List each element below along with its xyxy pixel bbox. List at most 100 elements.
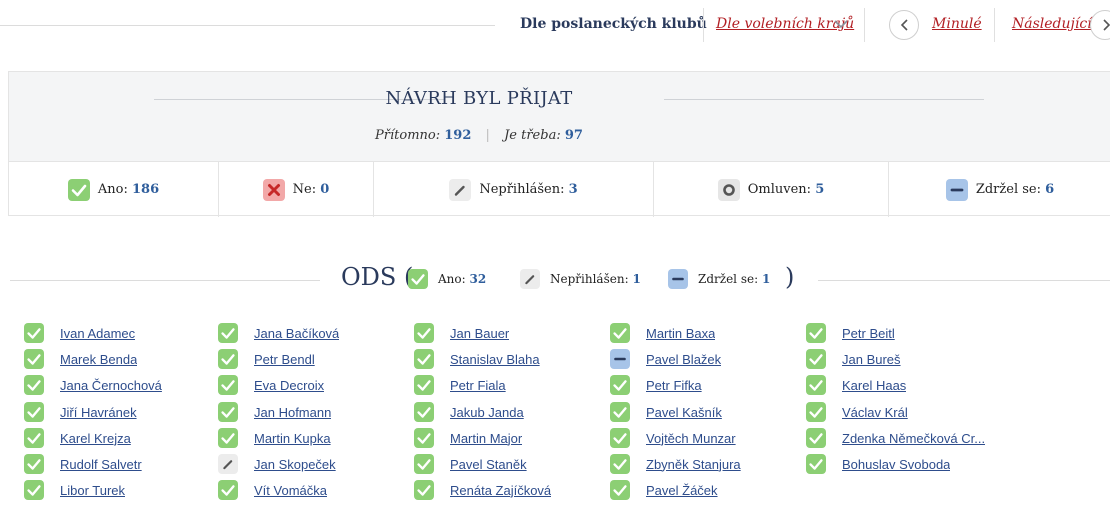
check-icon	[414, 402, 434, 422]
pencil-icon	[218, 454, 238, 474]
check-icon	[414, 480, 434, 500]
vote-view-nav: Dle poslaneckých klubů Dle volebních kra…	[0, 0, 1110, 54]
check-icon	[24, 402, 44, 422]
member-name-link[interactable]: Petr Beitl	[842, 326, 895, 341]
member-name-link[interactable]: Jan Bauer	[450, 326, 509, 341]
separator	[864, 8, 865, 42]
member-name-link[interactable]: Rudolf Salvetr	[60, 457, 142, 472]
check-icon	[218, 375, 238, 395]
member-name-link[interactable]: Jan Hofmann	[254, 405, 331, 420]
party-ano-label: Ano:	[438, 272, 466, 286]
member-name-link[interactable]: Martin Major	[450, 431, 522, 446]
check-icon	[414, 375, 434, 395]
pencil-icon	[449, 178, 472, 201]
party-stat-zdrzel: Zdržel se: 1	[668, 269, 770, 289]
vote-stats-row: Ano: 186 Ne: 0 Nepřihlášen: 3 Omluven: 5…	[9, 161, 1110, 217]
check-icon	[414, 428, 434, 448]
member-name-link[interactable]: Pavel Staněk	[450, 457, 527, 472]
member-name-link[interactable]: Pavel Kašník	[646, 405, 722, 420]
member-item: Petr Fifka	[610, 374, 702, 396]
check-icon	[24, 428, 44, 448]
member-item: Stanislav Blaha	[414, 348, 540, 370]
member-name-link[interactable]: Eva Decroix	[254, 378, 324, 393]
stat-ne-value: 0	[320, 182, 330, 197]
check-icon	[610, 454, 630, 474]
stat-omluven-label: Omluven:	[747, 182, 812, 197]
member-item: Petr Fiala	[414, 374, 506, 396]
check-icon	[806, 428, 826, 448]
chevron-right-icon	[1103, 19, 1110, 31]
member-name-link[interactable]: Jan Skopeček	[254, 457, 336, 472]
stat-ano-label: Ano:	[97, 182, 128, 197]
result-header: NÁVRH BYL PŘIJAT Přítomno: 192 | Je třeb…	[9, 72, 1110, 161]
stat-zdrzel: Zdržel se: 6	[889, 162, 1110, 217]
check-icon	[610, 480, 630, 500]
member-item: Zdenka Němečková Cr...	[806, 427, 985, 449]
member-name-link[interactable]: Petr Bendl	[254, 352, 315, 367]
member-name-link[interactable]: Pavel Žáček	[646, 483, 718, 498]
member-name-link[interactable]: Jana Černochová	[60, 378, 162, 393]
present-value: 192	[444, 128, 472, 143]
member-name-link[interactable]: Martin Baxa	[646, 326, 715, 341]
stat-ne: Ne: 0	[219, 162, 374, 217]
member-item: Jan Bureš	[806, 348, 901, 370]
member-name-link[interactable]: Jan Bureš	[842, 352, 901, 367]
check-icon	[67, 178, 90, 201]
member-name-link[interactable]: Ivan Adamec	[60, 326, 135, 341]
next-link[interactable]: Následující	[1012, 16, 1092, 32]
member-name-link[interactable]: Karel Haas	[842, 378, 906, 393]
required-value: 97	[564, 128, 583, 143]
member-item: Vojtěch Munzar	[610, 427, 736, 449]
member-item: Renáta Zajíčková	[414, 479, 551, 501]
check-icon	[24, 454, 44, 474]
check-icon	[610, 375, 630, 395]
previous-arrow-button[interactable]	[889, 10, 919, 40]
check-icon	[414, 454, 434, 474]
stat-ano-value: 186	[131, 182, 160, 197]
minus-icon	[945, 178, 968, 201]
member-item: Karel Haas	[806, 374, 906, 396]
tab-by-club[interactable]: Dle poslaneckých klubů	[520, 16, 707, 32]
member-item: Martin Major	[414, 427, 522, 449]
member-name-link[interactable]: Václav Král	[842, 405, 908, 420]
check-icon	[218, 402, 238, 422]
member-name-link[interactable]: Martin Kupka	[254, 431, 331, 446]
result-title: NÁVRH BYL PŘIJAT	[385, 88, 573, 109]
previous-link[interactable]: Minulé	[932, 16, 982, 32]
member-name-link[interactable]: Marek Benda	[60, 352, 137, 367]
member-name-link[interactable]: Petr Fifka	[646, 378, 702, 393]
member-name-link[interactable]: Bohuslav Svoboda	[842, 457, 950, 472]
member-name-link[interactable]: Stanislav Blaha	[450, 352, 540, 367]
check-icon	[218, 428, 238, 448]
party-header: ODS ( Ano: 32 Nepřihlášen: 1 Zdržel se: …	[0, 262, 1110, 298]
member-name-link[interactable]: Jana Bačíková	[254, 326, 339, 341]
member-name-link[interactable]: Karel Krejza	[60, 431, 131, 446]
member-name-link[interactable]: Libor Turek	[60, 483, 125, 498]
member-name-link[interactable]: Jiří Havránek	[60, 405, 137, 420]
member-name-link[interactable]: Jakub Janda	[450, 405, 524, 420]
next-arrow-button[interactable]	[1090, 10, 1110, 40]
member-name-link[interactable]: Petr Fiala	[450, 378, 506, 393]
check-icon	[414, 349, 434, 369]
check-icon	[806, 349, 826, 369]
member-name-link[interactable]: Zbyněk Stanjura	[646, 457, 741, 472]
member-item: Jan Skopeček	[218, 453, 336, 475]
check-icon	[806, 402, 826, 422]
check-icon	[610, 402, 630, 422]
member-name-link[interactable]: Pavel Blažek	[646, 352, 721, 367]
member-name-link[interactable]: Vojtěch Munzar	[646, 431, 736, 446]
member-item: Rudolf Salvetr	[24, 453, 142, 475]
check-icon	[24, 480, 44, 500]
member-item: Václav Král	[806, 401, 908, 423]
pencil-icon	[520, 269, 540, 289]
member-item: Jan Hofmann	[218, 401, 331, 423]
check-icon	[24, 349, 44, 369]
chevron-down-icon[interactable]	[832, 17, 850, 31]
member-item: Pavel Blažek	[610, 348, 721, 370]
member-name-link[interactable]: Zdenka Němečková Cr...	[842, 431, 985, 446]
member-name-link[interactable]: Renáta Zajíčková	[450, 483, 551, 498]
check-icon	[408, 269, 428, 289]
party-rule-right	[818, 280, 1110, 281]
member-name-link[interactable]: Vít Vomáčka	[254, 483, 327, 498]
stat-ano: Ano: 186	[9, 162, 219, 217]
